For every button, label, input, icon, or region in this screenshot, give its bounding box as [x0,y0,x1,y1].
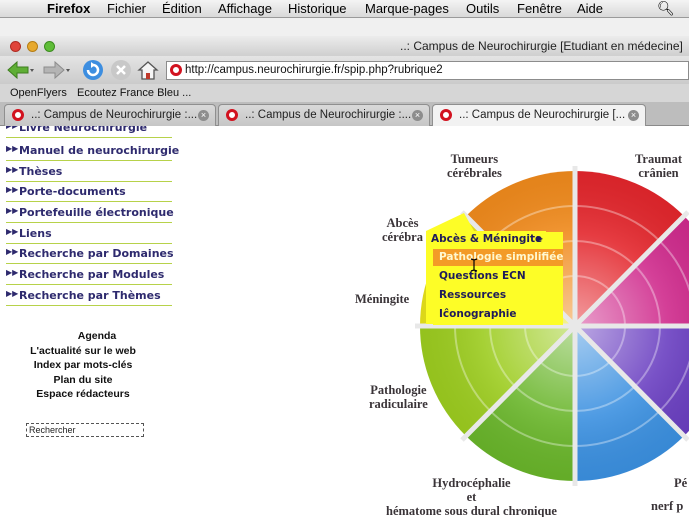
arrow-icon: ▶▶ [6,144,19,153]
window-titlebar: ..: Campus de Neurochirurgie [Etudiant e… [0,36,689,56]
arrow-icon: ▶▶ [6,227,19,236]
arrow-icon: ▶▶ [6,185,19,194]
close-window-button[interactable] [10,41,21,52]
sidebar-item-liens[interactable]: ▶▶ Liens [6,224,172,244]
menu-item-questions-ecn[interactable]: Questions ECN [433,268,563,285]
link-agenda[interactable]: Agenda [22,330,172,342]
search-input[interactable]: Rechercher [26,423,144,437]
window-top-strip [0,18,689,36]
submenu-arrow-icon: ▶ [536,234,543,243]
mac-menubar: Firefox Fichier Édition Affichage Histor… [0,0,689,18]
close-tab-icon[interactable]: × [628,110,639,121]
close-tab-icon[interactable]: × [412,110,423,121]
bookmarks-bar: OpenFlyers Ecoutez France Bleu ... [0,84,689,102]
spotlight-search-icon[interactable]: 🔍︎ [657,0,675,17]
wheel-label-trauma[interactable]: Traumat crânien [635,152,682,180]
tab-favicon-icon [440,109,452,121]
tab-label: ..: Campus de Neurochirurgie [... [459,109,626,121]
zoom-window-button[interactable] [44,41,55,52]
url-bar[interactable]: http://campus.neurochirurgie.fr/spip.php… [166,61,689,80]
wheel-label-abces[interactable]: Abcès cérébra [382,216,423,244]
arrow-icon: ▶▶ [6,206,19,215]
site-favicon-icon [170,64,182,76]
tab-1[interactable]: ..: Campus de Neurochirurgie :... × [4,104,216,126]
menu-edition[interactable]: Édition [162,1,202,16]
link-actualite[interactable]: L'actualité sur le web [8,345,158,357]
wheel-label-meningite[interactable]: Méningite [355,292,409,306]
menu-outils[interactable]: Outils [466,1,499,16]
bookmark-openflyers[interactable]: OpenFlyers [10,87,67,99]
tab-2[interactable]: ..: Campus de Neurochirurgie :... × [218,104,430,126]
sidebar-item-theses[interactable]: ▶▶ Thèses [6,162,172,182]
menu-fenetre[interactable]: Fenêtre [517,1,562,16]
wheel-label-nerf[interactable]: nerf p [651,499,683,513]
menu-affichage[interactable]: Affichage [218,1,272,16]
link-plan-du-site[interactable]: Plan du site [8,374,158,386]
sidebar-item-modules[interactable]: ▶▶ Recherche par Modules [6,265,172,285]
menu-historique[interactable]: Historique [288,1,347,16]
menu-item-pathologie-simplifiee[interactable]: Pathologie simplifiée [433,249,563,266]
menu-app-firefox[interactable]: Firefox [47,1,90,16]
reload-icon[interactable] [82,59,104,81]
forward-arrow-icon[interactable] [42,60,72,80]
page-content: ▶▶ Livre Neurochirurgie ▶▶ Manuel de neu… [0,126,689,517]
url-text: http://campus.neurochirurgie.fr/spip.php… [185,64,443,76]
text-cursor-icon [470,258,478,272]
arrow-icon: ▶▶ [6,268,19,277]
menu-item-iconographie[interactable]: Iĉonographie [433,306,563,323]
stop-icon[interactable] [110,59,132,81]
menu-item-ressources[interactable]: Ressources [433,287,563,304]
sidebar-item-themes[interactable]: ▶▶ Recherche par Thèmes [6,286,172,306]
home-icon[interactable] [137,59,159,81]
link-index-mots-cles[interactable]: Index par mots-clés [8,359,158,371]
bookmark-france-bleu[interactable]: Ecoutez France Bleu ... [77,87,191,99]
sidebar-item-livre[interactable]: ▶▶ Livre Neurochirurgie [6,126,172,138]
arrow-icon: ▶▶ [6,165,19,174]
tab-favicon-icon [226,109,238,121]
tab-favicon-icon [12,109,24,121]
arrow-icon: ▶▶ [6,126,18,130]
menu-aide[interactable]: Aide [577,1,603,16]
menu-fichier[interactable]: Fichier [107,1,146,16]
menu-item-abces-meningite[interactable]: Abcès & Méningite ▶ [426,231,546,248]
wheel-label-tumeurs[interactable]: Tumeurs cérébrales [447,152,502,180]
sidebar-item-manuel[interactable]: ▶▶ Manuel de neurochirurgie [6,141,179,161]
wheel-label-hydrocephalie[interactable]: Hydrocéphalie et hématome sous dural chron… [386,476,557,517]
wheel-label-pe[interactable]: Pé [674,476,687,490]
arrow-icon: ▶▶ [6,289,19,298]
window-title: ..: Campus de Neurochirurgie [Etudiant e… [400,39,683,53]
menu-marque-pages[interactable]: Marque-pages [365,1,449,16]
back-arrow-icon[interactable] [6,60,34,80]
sidebar-item-domaines[interactable]: ▶▶ Recherche par Domaines [6,244,174,264]
arrow-icon: ▶▶ [6,247,19,256]
pathology-wheel [415,166,689,486]
tab-label: ..: Campus de Neurochirurgie :... [245,109,412,121]
link-espace-redacteurs[interactable]: Espace rédacteurs [8,388,158,400]
minimize-window-button[interactable] [27,41,38,52]
tab-3-active[interactable]: ..: Campus de Neurochirurgie [... × [432,104,646,126]
sidebar-item-portefeuille[interactable]: ▶▶ Portefeuille électronique [6,203,174,223]
close-tab-icon[interactable]: × [198,110,209,121]
wheel-label-pathologie-radiculaire[interactable]: Pathologie radiculaire [369,383,428,411]
tab-label: ..: Campus de Neurochirurgie :... [31,109,198,121]
sidebar-item-porte-documents[interactable]: ▶▶ Porte-documents [6,182,172,202]
